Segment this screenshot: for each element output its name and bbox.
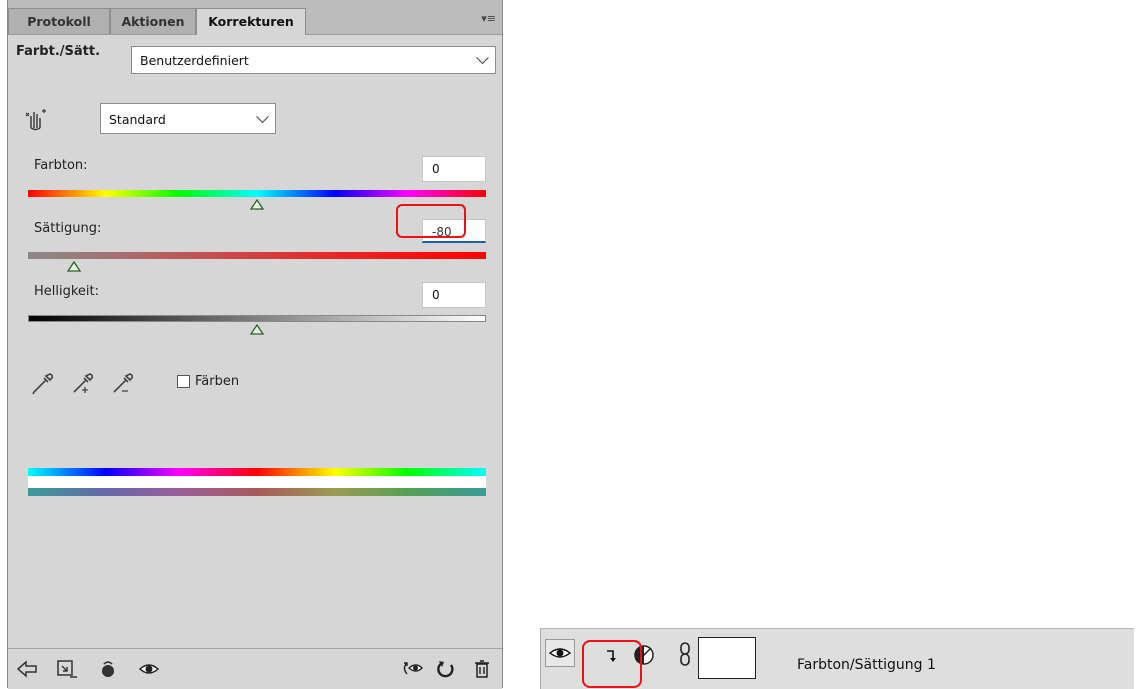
hue-slider-track[interactable] — [28, 190, 486, 197]
panel-title: Farbt./Sätt. — [16, 44, 101, 59]
range-select[interactable]: Standard — [100, 103, 276, 134]
hue-input[interactable]: 0 — [422, 156, 486, 182]
colorize-label: Färben — [195, 374, 240, 389]
tab-history[interactable]: Protokoll — [8, 8, 110, 34]
preset-select[interactable]: Benutzerdefiniert — [131, 46, 496, 74]
hand-target-icon[interactable] — [24, 108, 48, 135]
lightness-slider-track[interactable] — [28, 315, 486, 322]
layer-visibility-toggle[interactable] — [545, 639, 575, 667]
hue-label: Farbton: — [34, 158, 88, 173]
reset-view-icon[interactable] — [400, 659, 424, 682]
colorize-checkbox[interactable] — [177, 375, 190, 388]
panel-menu-icon[interactable]: ▾≡ — [481, 12, 496, 25]
eye-icon — [548, 645, 572, 664]
view-previous-icon[interactable] — [98, 659, 118, 682]
tab-adjustments[interactable]: Korrekturen — [196, 8, 306, 35]
eyedropper-icon[interactable] — [30, 370, 56, 399]
layer-name[interactable]: Farbton/Sättigung 1 — [797, 657, 936, 673]
tab-bar: Protokoll Aktionen Korrekturen ▾≡ — [8, 0, 502, 35]
color-bar-gap — [28, 476, 486, 488]
saturation-label: Sättigung: — [34, 221, 102, 236]
output-color-bar — [28, 488, 486, 496]
eyedropper-minus-icon[interactable] — [110, 370, 136, 399]
delete-icon[interactable] — [472, 658, 492, 683]
chain-link-icon[interactable] — [679, 641, 691, 670]
panel-bottom-toolbar — [8, 648, 502, 689]
clip-layer-icon[interactable] — [56, 659, 78, 682]
chevron-down-icon — [256, 109, 269, 123]
highlight-box — [582, 640, 642, 688]
chevron-down-icon — [476, 51, 489, 65]
highlight-box — [396, 204, 466, 238]
input-color-bar — [28, 468, 486, 476]
reset-icon[interactable] — [436, 659, 456, 682]
eye-icon[interactable] — [138, 660, 160, 681]
saturation-slider-track[interactable] — [28, 252, 486, 259]
range-select-value: Standard — [109, 112, 166, 127]
adjustments-panel: Protokoll Aktionen Korrekturen ▾≡ Farbt.… — [7, 0, 503, 689]
eyedropper-plus-icon[interactable] — [70, 370, 96, 399]
lightness-label: Helligkeit: — [34, 284, 100, 299]
lightness-input[interactable]: 0 — [422, 282, 486, 308]
preset-select-value: Benutzerdefiniert — [140, 53, 249, 68]
layer-mask-thumbnail[interactable] — [698, 637, 756, 679]
back-arrow-icon[interactable] — [16, 659, 38, 682]
tab-actions[interactable]: Aktionen — [110, 8, 196, 34]
